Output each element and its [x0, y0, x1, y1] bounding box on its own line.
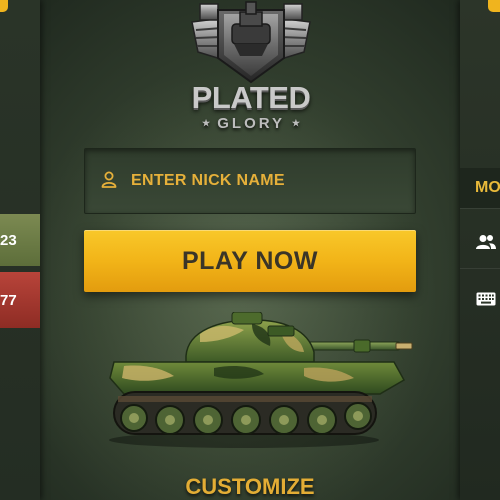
right-panel-divider — [460, 268, 500, 269]
tank-preview[interactable] — [104, 311, 416, 448]
score-row-2[interactable]: 77 — [0, 272, 40, 328]
score-value-2: 77 — [0, 291, 17, 309]
play-now-button[interactable]: PLAY NOW — [84, 230, 416, 292]
users-icon[interactable] — [472, 228, 500, 256]
logo-title: PLATED — [191, 80, 311, 115]
score-value-1: 23 — [0, 231, 17, 249]
customize-button[interactable]: CUSTOMIZE — [150, 474, 350, 500]
logo-subtitle: GLORY — [217, 115, 285, 132]
right-panel-tab[interactable]: MO — [460, 168, 500, 208]
right-corner-accent[interactable] — [488, 0, 500, 12]
nickname-field[interactable] — [84, 148, 416, 214]
score-row-1[interactable]: 23 — [0, 214, 40, 266]
star-icon: ★ — [291, 118, 300, 128]
right-panel-divider — [460, 208, 500, 209]
left-corner-accent[interactable] — [0, 0, 8, 12]
nickname-input[interactable] — [129, 171, 393, 191]
user-icon — [101, 171, 117, 192]
keyboard-icon[interactable] — [472, 285, 500, 313]
star-icon: ★ — [201, 118, 211, 128]
logo-subtitle-row: ★ GLORY ★ — [188, 115, 314, 132]
